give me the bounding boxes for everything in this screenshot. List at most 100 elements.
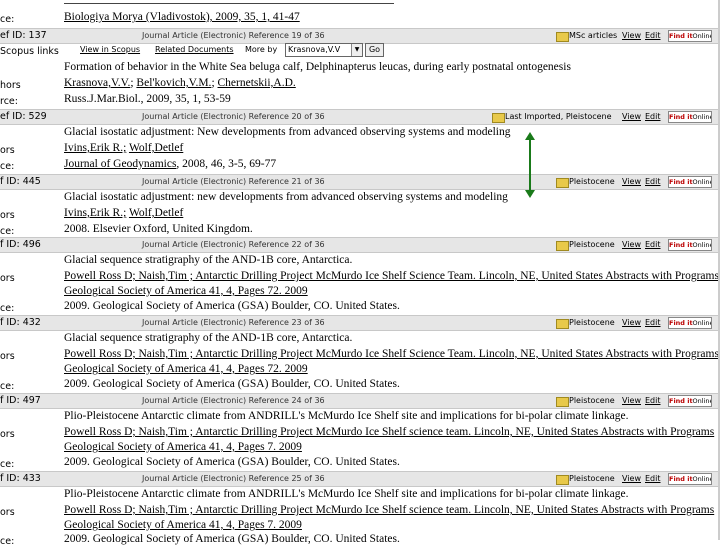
record-band: ef ID: 137 Journal Article (Electronic) … [0, 28, 718, 44]
edit-link[interactable]: Edit [645, 240, 661, 249]
ref-id: f ID: 496 [0, 239, 41, 250]
ref-id: f ID: 497 [0, 395, 41, 406]
record-source: Journal of Geodynamics, 2008, 46, 3-5, 6… [64, 158, 277, 170]
ref-id: f ID: 445 [0, 176, 41, 187]
record-authors: Ivins,Erik R.; Wolf,Detlef [64, 142, 183, 154]
record-band: f ID: 497 Journal Article (Electronic) R… [0, 393, 718, 409]
edit-link[interactable]: Edit [645, 31, 661, 40]
author-link[interactable]: Bel'kovich,V.M. [136, 77, 211, 89]
source-label: ce: [0, 14, 15, 25]
category-link[interactable]: Pleistocene [569, 240, 615, 249]
record-authors[interactable]: Powell Ross D; Naish,Tim ; Antarctic Dri… [64, 348, 718, 360]
record-title: Glacial isostatic adjustment: New develo… [64, 126, 511, 138]
record-authors[interactable]: Powell Ross D; Naish,Tim ; Antarctic Dri… [64, 426, 718, 438]
find-it-button[interactable]: Find itOnline [668, 395, 712, 407]
authors-label: ors [0, 351, 15, 362]
source-label: rce: [0, 96, 18, 107]
record-authors[interactable]: Powell Ross D; Naish,Tim ; Antarctic Dri… [64, 504, 718, 516]
record-source: 2008. Elsevier Oxford, United Kingdom. [64, 223, 253, 235]
find-it-button[interactable]: Find itOnline [668, 317, 712, 329]
edit-link[interactable]: Edit [645, 318, 661, 327]
record-band: f ID: 445 Journal Article (Electronic) R… [0, 174, 718, 190]
authors-label: ors [0, 273, 15, 284]
find-it-button[interactable]: Find itOnline [668, 176, 712, 188]
view-link[interactable]: View [622, 177, 641, 186]
record-authors-cont[interactable]: Geological Society of America 41, 4, Pag… [64, 519, 302, 531]
authors-label: ors [0, 145, 15, 156]
related-documents-link[interactable]: Related Documents [155, 45, 234, 54]
record-authors: Ivins,Erik R.; Wolf,Detlef [64, 207, 183, 219]
edit-link[interactable]: Edit [645, 396, 661, 405]
record-source: 2009. Geological Society of America (GSA… [64, 456, 400, 468]
category-link[interactable]: MSc articles [569, 31, 617, 40]
record-authors-cont[interactable]: Geological Society of America 41, 4, Pag… [64, 363, 308, 375]
view-link[interactable]: View [622, 318, 641, 327]
authors-label: hors [0, 80, 21, 91]
record-title: Glacial sequence stratigraphy of the AND… [64, 332, 353, 344]
author-link[interactable]: Wolf,Detlef [129, 207, 183, 219]
folder-icon [492, 113, 505, 123]
record-band: f ID: 433 Journal Article (Electronic) R… [0, 471, 718, 487]
edit-link[interactable]: Edit [645, 177, 661, 186]
record-band: f ID: 432 Journal Article (Electronic) R… [0, 315, 718, 331]
record-title: Plio-Pleistocene Antarctic climate from … [64, 488, 629, 500]
double-arrow-icon [525, 132, 535, 198]
category-link[interactable]: Last Imported, Pleistocene [505, 112, 612, 121]
view-link[interactable]: View [622, 396, 641, 405]
category-link[interactable]: Pleistocene [569, 396, 615, 405]
author-link[interactable]: Ivins,Erik R.; [64, 142, 126, 154]
authors-label: ors [0, 210, 15, 221]
source-label: ce: [0, 459, 15, 470]
edit-link[interactable]: Edit [645, 112, 661, 121]
author-link[interactable]: Wolf,Detlef [129, 142, 183, 154]
edit-link[interactable]: Edit [645, 474, 661, 483]
authors-label: ors [0, 429, 15, 440]
chevron-down-icon: ▼ [351, 44, 362, 56]
record-authors[interactable]: Powell Ross D; Naish,Tim ; Antarctic Dri… [64, 270, 718, 282]
source-label: ce: [0, 381, 15, 392]
view-link[interactable]: View [622, 112, 641, 121]
view-in-scopus-link[interactable]: View in Scopus [80, 45, 140, 54]
author-link[interactable]: Chernetskii,A.D. [218, 77, 296, 89]
ref-id: f ID: 432 [0, 317, 41, 328]
record-type: Journal Article (Electronic) Reference 2… [142, 240, 325, 249]
record-title: Glacial isostatic adjustment: new develo… [64, 191, 508, 203]
record-type: Journal Article (Electronic) Reference 2… [142, 318, 325, 327]
record-title: Glacial sequence stratigraphy of the AND… [64, 254, 353, 266]
folder-icon [556, 397, 569, 407]
record-band: f ID: 496 Journal Article (Electronic) R… [0, 237, 718, 253]
category-link[interactable]: Pleistocene [569, 177, 615, 186]
folder-icon [556, 32, 569, 42]
author-link[interactable]: Krasnova,V.V. [64, 77, 130, 89]
author-link[interactable]: Ivins,Erik R.; [64, 207, 126, 219]
record-type: Journal Article (Electronic) Reference 2… [142, 396, 325, 405]
category-link[interactable]: Pleistocene [569, 474, 615, 483]
record-authors-cont[interactable]: Geological Society of America 41, 4, Pag… [64, 285, 308, 297]
find-it-button[interactable]: Find itOnline [668, 30, 712, 42]
links-label: Scopus links [0, 46, 59, 57]
ref-id: ef ID: 137 [0, 30, 47, 41]
record-title: Plio-Pleistocene Antarctic climate from … [64, 410, 629, 422]
find-it-button[interactable]: Find itOnline [668, 473, 712, 485]
view-link[interactable]: View [622, 31, 641, 40]
record-authors-cont[interactable]: Geological Society of America 41, 4, Pag… [64, 441, 302, 453]
find-it-button[interactable]: Find itOnline [668, 111, 712, 123]
view-link[interactable]: View [622, 240, 641, 249]
find-it-button[interactable]: Find itOnline [668, 239, 712, 251]
record-authors: Krasnova,V.V.; Bel'kovich,V.M.; Chernets… [64, 77, 296, 89]
prev-source: Biologiya Morya (Vladivostok), 2009, 35,… [64, 11, 300, 23]
source-label: ce: [0, 161, 15, 172]
record-type: Journal Article (Electronic) Reference 1… [142, 31, 325, 40]
view-link[interactable]: View [622, 474, 641, 483]
category-link[interactable]: Pleistocene [569, 318, 615, 327]
folder-icon [556, 319, 569, 329]
folder-icon [556, 178, 569, 188]
source-label: ce: [0, 303, 15, 314]
record-source: 2009. Geological Society of America (GSA… [64, 533, 400, 545]
record-title: Formation of behavior in the White Sea b… [64, 61, 571, 73]
folder-icon [556, 475, 569, 485]
author-select[interactable]: Krasnova,V.V ▼ [285, 43, 363, 57]
folder-icon [556, 241, 569, 251]
go-button[interactable]: Go [365, 43, 384, 57]
record-type: Journal Article (Electronic) Reference 2… [142, 112, 325, 121]
